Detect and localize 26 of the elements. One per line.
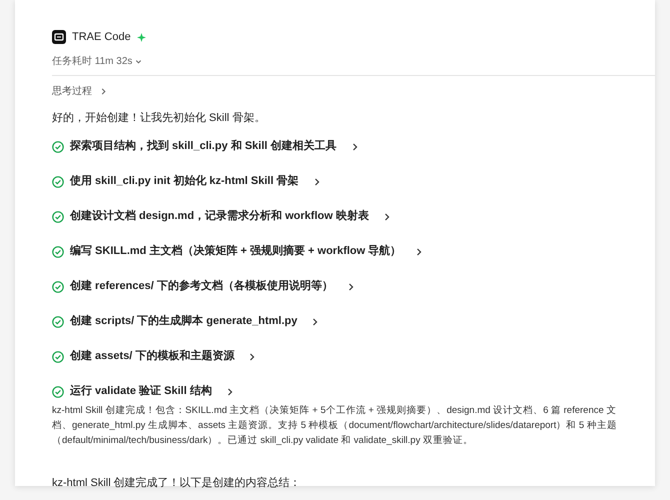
intro-text: 好的，开始创建！让我先初始化 Skill 骨架。 — [52, 110, 266, 126]
step-item[interactable]: 创建 assets/ 下的模板和主题资源 — [52, 348, 618, 364]
step-item[interactable]: 创建 references/ 下的参考文档（各模板使用说明等） — [52, 278, 618, 294]
terminal-logo-icon — [52, 30, 66, 44]
step-item[interactable]: 使用 skill_cli.py init 初始化 kz-html Skill 骨架 — [52, 174, 618, 190]
step-item[interactable]: 创建 scripts/ 下的生成脚本 generate_html.py — [52, 314, 618, 330]
chevron-right-icon — [226, 388, 234, 396]
duration-toggle[interactable]: 任务耗时 11m 32s — [52, 54, 142, 69]
chevron-right-icon — [346, 282, 355, 290]
step-item[interactable]: 创建设计文档 design.md，记录需求分析和 workflow 映射表 — [52, 208, 618, 224]
thinking-toggle[interactable]: 思考过程 — [52, 84, 107, 99]
summary-text: kz-html Skill 创建完成了！以下是创建的内容总结： — [52, 476, 302, 490]
step-item[interactable]: 运行 validate 验证 Skill 结构 — [52, 384, 618, 400]
sparkle-icon — [136, 32, 146, 42]
chevron-right-icon — [100, 88, 107, 95]
chevron-right-icon — [248, 352, 256, 360]
chevron-down-icon — [135, 58, 142, 65]
chevron-right-icon — [312, 178, 321, 186]
result-text: kz-html Skill 创建完成！包含：SKILL.md 主文档（决策矩阵 + 5个工作流 + 强规则摘要）、design.md 设计文档、6 篇 reference 文档、generate_html.py 生成脚本、assets 主题资源。支持 5 种模板（document/flowchart/architecture/slides/datareport）和 5 种主题（default/minimal/tech/business/dark）。已通过 skill_cli.py validate 和 validate_skill.py 双重验证。 — [52, 404, 618, 448]
step-item[interactable]: 探索项目结构，找到 skill_cli.py 和 Skill 创建相关工具 — [52, 138, 618, 154]
agent-name: TRAE Code — [72, 30, 131, 45]
step-item[interactable]: 编写 SKILL.md 主文档（决策矩阵 + 强规则摘要 + workflow 导航） — [52, 244, 618, 260]
chevron-right-icon — [311, 318, 320, 326]
chevron-right-icon — [350, 142, 358, 150]
chevron-right-icon — [415, 248, 424, 256]
chevron-right-icon — [382, 212, 391, 220]
